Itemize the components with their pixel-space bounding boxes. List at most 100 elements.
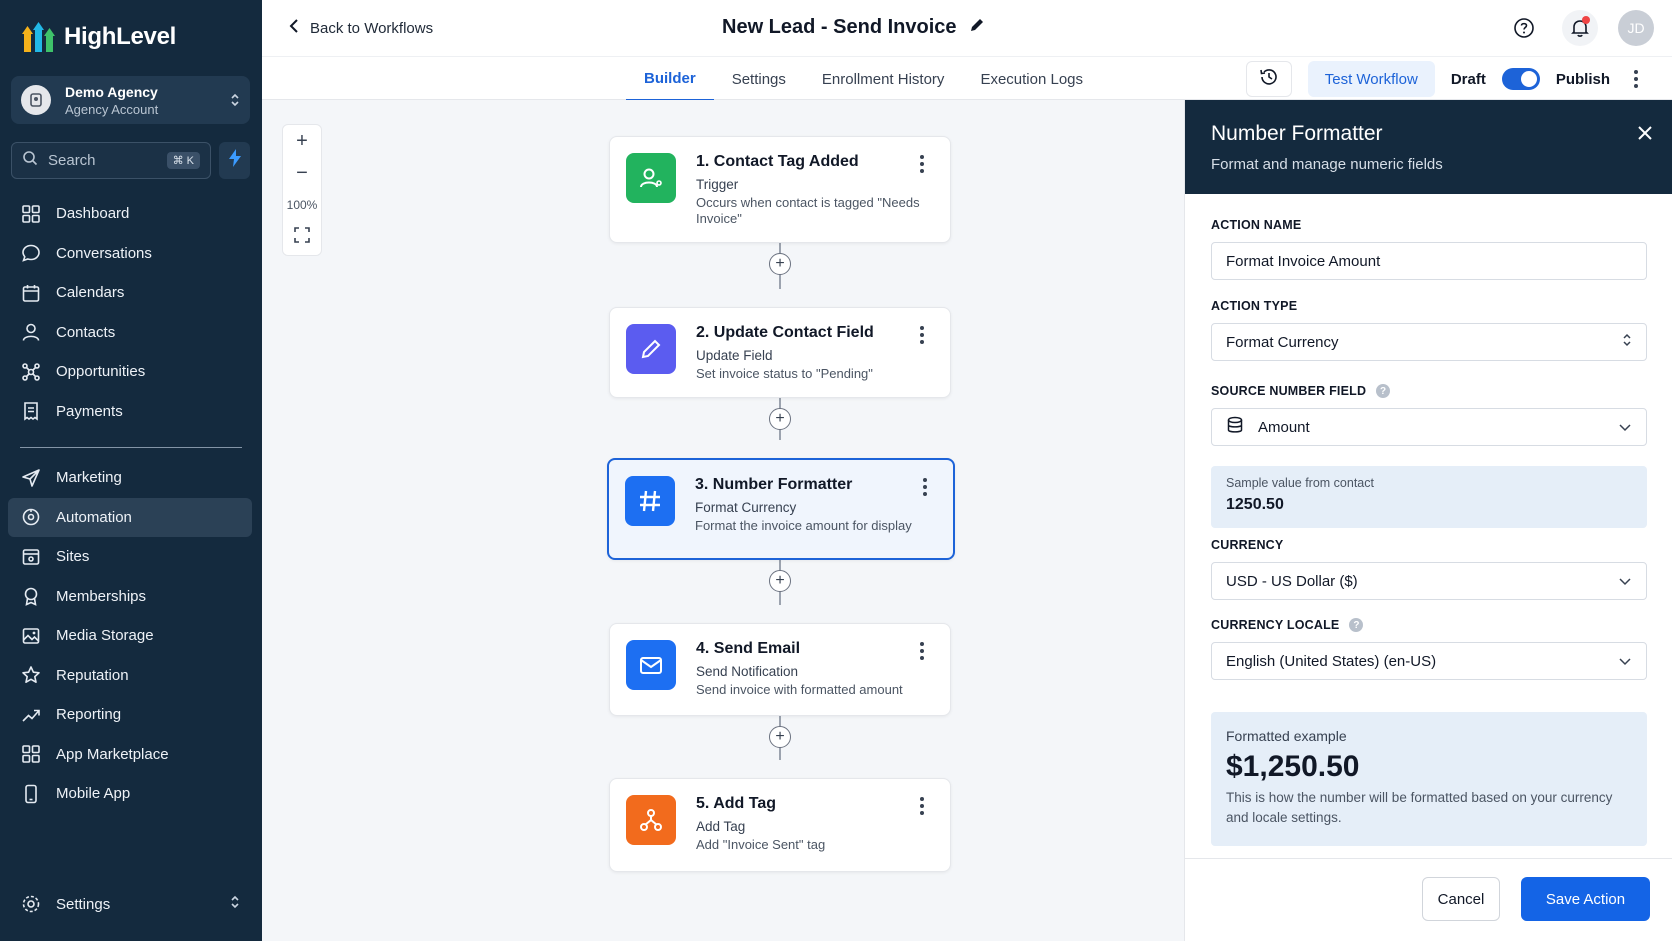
info-icon[interactable]: ? <box>1349 618 1364 632</box>
nav-primary: Dashboard Conversations Calendars Contacts O… <box>8 194 252 431</box>
badge-icon <box>20 585 42 607</box>
step-menu-icon[interactable] <box>915 478 935 496</box>
nav-secondary: Marketing Automation Sites Memberships Media… <box>8 458 252 814</box>
agency-switcher[interactable]: Demo Agency Agency Account <box>11 76 250 124</box>
search-input[interactable]: Search <box>48 152 96 169</box>
close-icon[interactable] <box>1636 124 1654 147</box>
chat-icon <box>20 242 42 264</box>
sidebar-item-memberships[interactable]: Memberships <box>8 577 252 617</box>
workflow-step-4[interactable]: 4. Send Email Send Notification Send inv… <box>609 623 951 716</box>
sidebar-item-label: Payments <box>56 402 123 420</box>
panel-footer: Cancel Save Action <box>1185 858 1672 941</box>
tab-builder[interactable]: Builder <box>626 57 714 101</box>
action-type-select[interactable]: Format Currency <box>1211 323 1647 361</box>
sidebar-item-label: Settings <box>56 895 111 913</box>
step-menu-icon[interactable] <box>912 326 932 344</box>
formatted-example-value: $1,250.50 <box>1226 750 1360 783</box>
workflow-step-3[interactable]: 3. Number Formatter Format Currency Form… <box>607 458 955 560</box>
sidebar-item-conversations[interactable]: Conversations <box>8 234 252 274</box>
sidebar-item-label: Opportunities <box>56 363 146 381</box>
info-icon[interactable]: ? <box>1376 384 1391 398</box>
sidebar-item-contacts[interactable]: Contacts <box>8 313 252 353</box>
fit-screen-button[interactable] <box>283 221 321 253</box>
user-avatar[interactable]: JD <box>1618 10 1654 46</box>
sidebar-item-reputation[interactable]: Reputation <box>8 656 252 696</box>
grid-icon <box>20 203 42 225</box>
sidebar-item-payments[interactable]: Payments <box>8 392 252 432</box>
draft-label: Draft <box>1450 70 1486 88</box>
search-shortcut-badge: ⌘ K <box>166 152 200 169</box>
step-menu-icon[interactable] <box>912 155 932 173</box>
source-field-value: Amount <box>1258 418 1310 436</box>
help-icon[interactable] <box>1506 10 1542 46</box>
receipt-icon <box>20 400 42 422</box>
sidebar-item-calendars[interactable]: Calendars <box>8 273 252 313</box>
sidebar-item-opportunities[interactable]: Opportunities <box>8 352 252 392</box>
notification-dot <box>1582 16 1590 24</box>
bell-icon[interactable] <box>1562 10 1598 46</box>
step-menu-icon[interactable] <box>912 642 932 660</box>
sidebar-item-marketing[interactable]: Marketing <box>8 458 252 498</box>
zoom-in-button[interactable]: + <box>283 125 321 157</box>
more-options-icon[interactable] <box>1626 70 1646 88</box>
step-title: 4. Send Email <box>696 640 801 657</box>
publish-toggle[interactable] <box>1501 68 1540 90</box>
sample-value-label: Sample value from contact <box>1226 476 1374 490</box>
currency-select[interactable]: USD - US Dollar ($) <box>1211 562 1647 600</box>
currency-locale-select[interactable]: English (United States) (en-US) <box>1211 642 1647 680</box>
chevron-updown-icon <box>230 92 240 108</box>
sidebar-item-media-storage[interactable]: Media Storage <box>8 616 252 656</box>
currency-value: USD - US Dollar ($) <box>1226 572 1358 590</box>
tab-enrollment-history[interactable]: Enrollment History <box>804 57 963 101</box>
add-step-button[interactable]: + <box>769 253 791 275</box>
step-type: Update Field <box>696 348 773 363</box>
edit-pencil-icon[interactable] <box>969 16 985 39</box>
sidebar-item-automation[interactable]: Automation <box>8 497 252 537</box>
highlevel-logo-icon <box>22 20 56 54</box>
chevron-updown-icon <box>230 894 240 914</box>
workflow-step-1[interactable]: 1. Contact Tag Added Trigger Occurs when… <box>609 136 951 243</box>
send-icon <box>20 467 42 489</box>
currency-label: CURRENCY <box>1211 538 1284 552</box>
sidebar-item-sites[interactable]: Sites <box>8 537 252 577</box>
opportunities-icon <box>20 361 42 383</box>
sidebar: HighLevel Demo Agency Agency Account Sea… <box>0 0 262 941</box>
test-workflow-button[interactable]: Test Workflow <box>1307 61 1435 97</box>
workflow-step-5[interactable]: 5. Add Tag Add Tag Add "Invoice Sent" ta… <box>609 778 951 872</box>
save-action-button[interactable]: Save Action <box>1521 877 1650 921</box>
sidebar-item-dashboard[interactable]: Dashboard <box>8 194 252 234</box>
source-number-field-select[interactable]: Amount <box>1211 408 1647 446</box>
quick-actions-button[interactable] <box>219 142 250 179</box>
calendar-icon <box>20 282 42 304</box>
workflow-step-2[interactable]: 2. Update Contact Field Update Field Set… <box>609 307 951 398</box>
step-menu-icon[interactable] <box>912 797 932 815</box>
back-to-workflows-link[interactable]: Back to Workflows <box>288 18 433 38</box>
workflow-canvas[interactable]: + − 100% + + + + 1. Contact Tag Added Tr… <box>262 100 1184 941</box>
add-step-button[interactable]: + <box>769 408 791 430</box>
zoom-level: 100% <box>286 198 318 212</box>
workflow-title: New Lead - Send Invoice <box>722 16 985 39</box>
version-history-button[interactable] <box>1245 61 1292 97</box>
sidebar-item-settings[interactable]: Settings <box>8 884 252 924</box>
step-type: Format Currency <box>695 500 797 515</box>
workflow-header: Back to Workflows New Lead - Send Invoic… <box>262 0 1672 56</box>
sidebar-item-label: Memberships <box>56 587 147 605</box>
source-field-label: SOURCE NUMBER FIELD ? <box>1211 384 1391 398</box>
phone-icon <box>20 783 42 805</box>
zoom-out-button[interactable]: − <box>283 157 321 189</box>
sidebar-item-mobile-app[interactable]: Mobile App <box>8 774 252 814</box>
formatted-example-label: Formatted example <box>1226 728 1347 744</box>
cancel-button[interactable]: Cancel <box>1422 877 1500 921</box>
action-name-input[interactable]: Format Invoice Amount <box>1211 242 1647 280</box>
tab-settings[interactable]: Settings <box>714 57 804 101</box>
tab-execution-logs[interactable]: Execution Logs <box>962 57 1101 101</box>
tab-bar: Builder Settings Enrollment History Executi… <box>262 56 1672 101</box>
sidebar-item-reporting[interactable]: Reporting <box>8 695 252 735</box>
step-title: 3. Number Formatter <box>695 476 853 493</box>
logo[interactable]: HighLevel <box>22 20 176 54</box>
star-icon <box>20 664 42 686</box>
add-step-button[interactable]: + <box>769 570 791 592</box>
sidebar-item-app-marketplace[interactable]: App Marketplace <box>8 735 252 775</box>
add-step-button[interactable]: + <box>769 726 791 748</box>
search-box[interactable]: Search ⌘ K <box>11 142 211 179</box>
